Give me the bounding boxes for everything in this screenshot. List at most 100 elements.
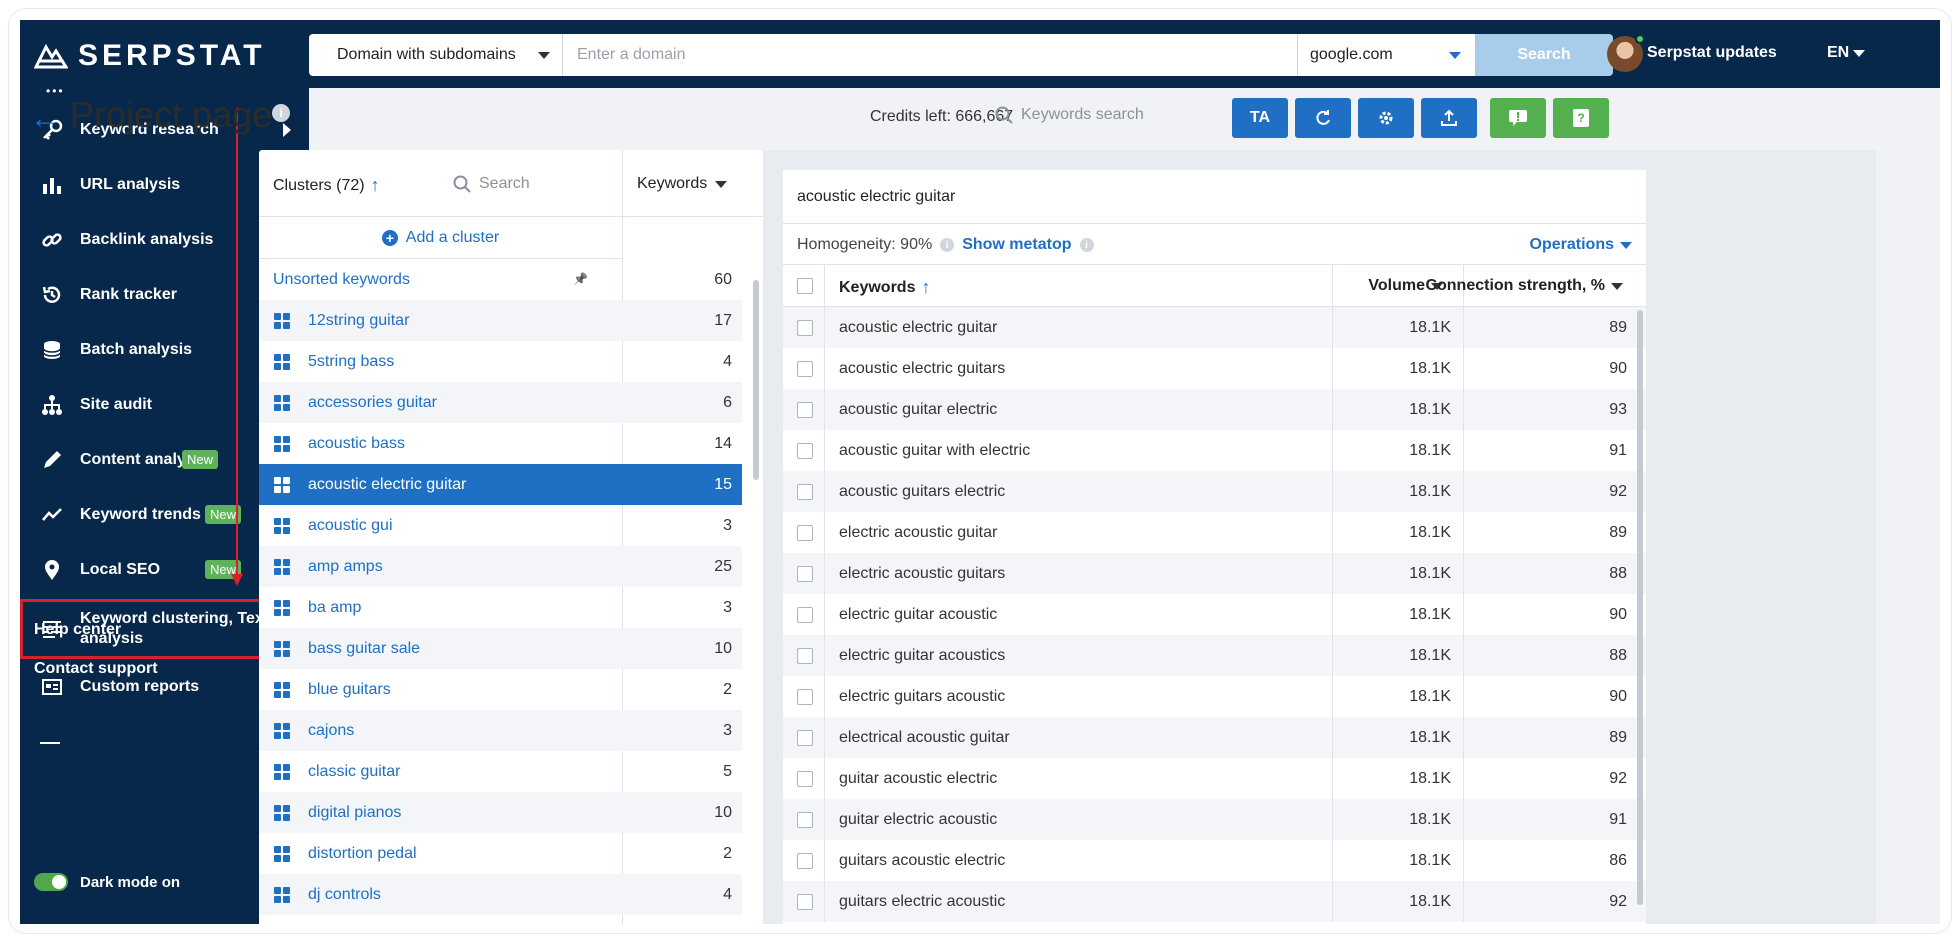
operations-dropdown[interactable]: Operations <box>1530 236 1632 254</box>
cluster-name[interactable]: acoustic gui <box>308 517 393 535</box>
domain-input[interactable] <box>563 34 1297 76</box>
cluster-name[interactable]: bass guitar sale <box>308 640 420 658</box>
language-select[interactable]: EN <box>1827 44 1866 62</box>
table-row[interactable]: guitars acoustic electric 18.1K 86 <box>783 840 1646 881</box>
cluster-row[interactable]: acoustic gui 3 <box>259 505 742 546</box>
cluster-row[interactable]: amp amps 25 <box>259 546 742 587</box>
strength-cell: 89 <box>1609 524 1627 541</box>
help-button[interactable]: ? <box>1553 98 1609 138</box>
keywords-search-placeholder: Keywords search <box>1021 106 1144 123</box>
cluster-name[interactable]: 12string guitar <box>308 312 409 330</box>
add-cluster-button[interactable]: + Add a cluster <box>259 217 622 259</box>
cluster-keyword-count: 3 <box>723 516 732 534</box>
cluster-row[interactable]: cajons 3 <box>259 710 742 751</box>
keywords-sort-header[interactable]: Keywords <box>637 175 728 193</box>
cluster-search[interactable]: Search <box>453 175 530 193</box>
serpstat-logo[interactable]: SERPSTAT <box>34 38 266 74</box>
info-icon[interactable]: i <box>272 104 290 122</box>
info-icon[interactable]: i <box>940 238 955 252</box>
table-row[interactable]: guitar acoustic electric 18.1K 92 <box>783 758 1646 799</box>
cluster-row[interactable]: bass guitar sale 10 <box>259 628 742 669</box>
table-row[interactable]: electric guitar acoustics 18.1K 88 <box>783 635 1646 676</box>
cluster-name[interactable]: distortion pedal <box>308 845 417 863</box>
domain-mode-select[interactable]: Domain with subdomains <box>309 34 563 76</box>
table-row[interactable]: acoustic electric guitars 18.1K 90 <box>783 348 1646 389</box>
cluster-row[interactable]: 5string bass 4 <box>259 341 742 382</box>
cluster-name[interactable]: digital pianos <box>308 804 401 822</box>
unsorted-keywords-row[interactable]: Unsorted keywords 📌 60 <box>259 259 742 300</box>
cluster-name[interactable]: cajons <box>308 722 354 740</box>
table-row[interactable]: electric acoustic guitars 18.1K 88 <box>783 553 1646 594</box>
clusters-count-label: Clusters (72) <box>273 176 365 194</box>
cluster-row[interactable]: accessories guitar 6 <box>259 382 742 423</box>
table-row[interactable]: electric acoustic guitar 18.1K 89 <box>783 512 1646 553</box>
table-row[interactable]: acoustic guitar with electric 18.1K 91 <box>783 430 1646 471</box>
cluster-name[interactable]: ba amp <box>308 599 361 617</box>
table-row[interactable]: acoustic electric guitar 18.1K 89 <box>783 307 1646 348</box>
cluster-row[interactable]: ba amp 3 <box>259 587 742 628</box>
keywords-scrollbar[interactable] <box>1637 310 1643 905</box>
feedback-button[interactable] <box>1490 98 1546 138</box>
cluster-row[interactable]: 12string guitar 17 <box>259 300 742 341</box>
cluster-grid-icon <box>274 641 290 657</box>
table-row[interactable]: electric guitars acoustic 18.1K 90 <box>783 676 1646 717</box>
gear-icon <box>1379 111 1393 125</box>
cluster-name[interactable]: accessories guitar <box>308 394 437 412</box>
link-icon <box>38 226 66 254</box>
cluster-name[interactable]: acoustic bass <box>308 435 405 453</box>
clusters-scrollbar[interactable] <box>753 280 759 480</box>
cluster-grid-icon <box>274 313 290 329</box>
table-row[interactable]: guitars electric acoustic 18.1K 92 <box>783 881 1646 922</box>
cluster-name[interactable]: classic guitar <box>308 763 400 781</box>
top-bar: Domain with subdomains google.com Search… <box>309 20 1940 88</box>
cluster-name[interactable]: blue guitars <box>308 681 391 699</box>
clusters-sort-header[interactable]: Clusters (72) ↑ <box>273 175 380 196</box>
table-row[interactable]: acoustic guitars electric 18.1K 92 <box>783 471 1646 512</box>
info-icon[interactable]: i <box>1079 238 1094 252</box>
cluster-name[interactable]: 5string bass <box>308 353 394 371</box>
help-center-link[interactable]: Help center <box>34 621 121 639</box>
cluster-name[interactable]: acoustic electric guitar <box>308 476 466 494</box>
strength-column-header[interactable]: Connection strength, % <box>783 277 1623 295</box>
cluster-row[interactable]: blue guitars 2 <box>259 669 742 710</box>
pin-icon[interactable]: 📌 <box>573 272 588 286</box>
cluster-search-placeholder: Search <box>479 175 530 192</box>
cluster-keyword-count: 10 <box>714 803 732 821</box>
page-title: Project page <box>70 94 273 135</box>
cluster-row[interactable]: classic guitar 5 <box>259 751 742 792</box>
cluster-name[interactable]: amp amps <box>308 558 383 576</box>
keywords-search[interactable]: Keywords search <box>995 106 1144 124</box>
toggle-track[interactable] <box>34 873 68 891</box>
dark-mode-toggle[interactable]: Dark mode on <box>34 873 180 891</box>
operations-label: Operations <box>1529 236 1614 253</box>
table-row[interactable]: acoustic guitar electric 18.1K 93 <box>783 389 1646 430</box>
cluster-name[interactable]: dj controls <box>308 886 381 904</box>
search-button[interactable]: Search <box>1475 34 1613 76</box>
cluster-row[interactable]: dj controls 4 <box>259 874 742 915</box>
cluster-keyword-count: 14 <box>714 434 732 452</box>
text-analysis-button[interactable]: TA <box>1232 98 1288 138</box>
back-arrow-icon[interactable]: ← <box>30 102 60 136</box>
table-row[interactable]: guitar electric acoustic 18.1K 91 <box>783 799 1646 840</box>
serpstat-updates-link[interactable]: Serpstat updates <box>1647 44 1777 62</box>
contact-support-link[interactable]: Contact support <box>34 660 158 678</box>
cluster-row[interactable]: digital pianos 10 <box>259 792 742 833</box>
chevron-down-icon <box>1449 52 1461 59</box>
table-row[interactable]: electrical acoustic guitar 18.1K 89 <box>783 717 1646 758</box>
plus-icon: + <box>381 229 398 246</box>
refresh-button[interactable] <box>1295 98 1351 138</box>
cluster-name[interactable]: Unsorted keywords <box>273 271 410 289</box>
cluster-row[interactable]: acoustic bass 14 <box>259 423 742 464</box>
search-icon <box>995 106 1013 124</box>
dark-mode-label: Dark mode on <box>80 873 181 891</box>
show-metatop-link[interactable]: Show metatop <box>962 236 1071 254</box>
search-engine-select[interactable]: google.com <box>1297 34 1475 76</box>
settings-button[interactable] <box>1358 98 1414 138</box>
cluster-row[interactable]: acoustic electric guitar 15 <box>259 464 742 505</box>
svg-text:?: ? <box>1577 111 1584 125</box>
cluster-detail-panel: acoustic electric guitar Homogeneity: 90… <box>763 150 1876 924</box>
cluster-row[interactable]: distortion pedal 2 <box>259 833 742 874</box>
database-icon <box>38 336 66 364</box>
export-button[interactable] <box>1421 98 1477 138</box>
table-row[interactable]: electric guitar acoustic 18.1K 90 <box>783 594 1646 635</box>
